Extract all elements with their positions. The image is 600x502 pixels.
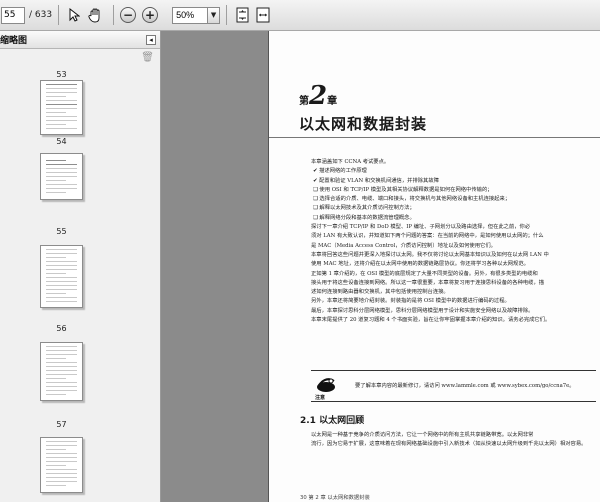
chapter-title: 以太网和数据封装 — [299, 115, 428, 133]
section-line: 以太网是一种基于竞争的介质访问方法，它让一个网络中的所有主机共享链路带宽。以太网… — [311, 432, 534, 438]
thumbnail-page[interactable] — [40, 437, 83, 493]
thumbnails-toolbar: 🗑 — [0, 49, 160, 65]
section-line: 流行，因为它易于扩展，这意味着在现有网络基础设施中引入新技术（如从快速以太网升级… — [311, 441, 587, 448]
body-line: 最后，本章探讨思科分层网络模型，思科分层网络模型用于设计和实施安全网络以及故障排… — [311, 307, 534, 314]
body-line: 述如何连接到路由器和交换机，其中包括使用控制台连接。 — [311, 289, 449, 296]
intro-line: ❑ 解释以太网技术及其介质访问控制方法； — [313, 205, 415, 212]
chapter-number: 2 — [309, 81, 328, 111]
zoom-level-input[interactable] — [172, 6, 209, 24]
thumbnail-page[interactable] — [40, 245, 83, 308]
chapter-body: 本章涵盖如下 CCNA 考试要点。 ✔ 描述网络的工作原理 ✔ 配置和验证 VL… — [311, 158, 596, 325]
thumbnails-panel-header: 缩略图 ◂ — [0, 31, 160, 49]
note-label: 注意 — [315, 395, 326, 401]
thumbnail-page[interactable] — [40, 342, 83, 401]
toolbar-separator — [113, 5, 115, 25]
toolbar-separator — [226, 5, 228, 25]
toolbar-separator — [58, 5, 60, 25]
thumbnail-label: 57 — [56, 420, 67, 429]
thumbnail-label: 55 — [56, 227, 67, 236]
body-line: 正如第 1 章介绍的，在 OSI 模型的底层规定了大量不同类型的设备。另外，有很… — [311, 270, 538, 277]
pdf-reader-window: / 633 − + ▼ 缩略图 ◂ 🗑 — [0, 0, 600, 502]
intro-line: 本章涵盖如下 CCNA 考试要点。 — [311, 159, 390, 165]
chapter-divider — [269, 137, 600, 138]
thumbnails-panel-title: 缩略图 — [0, 36, 28, 46]
section-title: 2.1 以太网回顾 — [300, 416, 365, 426]
body-line: 探讨下一章介绍 TCP/IP 和 DoD 模型、IP 编址、子网划分以及路由选择… — [311, 224, 531, 231]
body-line: 是 MAC（Media Access Control，介质访问控制）地址以及如何… — [311, 242, 496, 249]
intro-line: ✔ 描述网络的工作原理 — [313, 168, 367, 175]
chapter-prefix: 第 — [299, 96, 309, 107]
collapse-panel-button[interactable]: ◂ — [146, 34, 156, 45]
body-line: 接头用于将这些设备连接到网络。所以这一章很重要，本章将复习用于连接思科设备的各种… — [311, 279, 545, 286]
cursor-select-icon[interactable] — [65, 5, 83, 25]
chapter-label: 第2章 — [299, 81, 337, 111]
thumbnail-page[interactable] — [40, 153, 83, 200]
thumbnail-label: 53 — [56, 70, 67, 79]
body-line: 使用 MAC 地址，还将介绍在以太网中使用的数据链路层协议。你还将学习各种以太网… — [311, 261, 529, 268]
note-icon — [317, 378, 335, 392]
page-total: / 633 — [29, 10, 53, 20]
toolbar: / 633 − + ▼ — [0, 0, 600, 31]
thumbnail-label: 54 — [56, 137, 67, 146]
zoom-out-icon[interactable]: − — [120, 7, 137, 23]
note-text: 要了解本章内容的最新修订，请访问 www.lammle.com 或 www.sy… — [355, 383, 575, 389]
document-page[interactable]: 第2章 以太网和数据封装 本章涵盖如下 CCNA 考试要点。 ✔ 描述网络的工作… — [268, 31, 600, 502]
page-footer: 30 第 2 章 以太网和数据封装 — [300, 495, 370, 501]
intro-line: ❑ 使用 OSI 和 TCP/IP 模型及其相关协议解释数据是如何在网络中传输的… — [313, 186, 493, 193]
section-body: 以太网是一种基于竞争的介质访问方法，它让一个网络中的所有主机共享链路带宽。以太网… — [311, 431, 596, 450]
fit-page-icon[interactable] — [233, 5, 251, 25]
thumbnails-panel: 缩略图 ◂ 🗑 53 54 55 56 57 — [0, 31, 161, 502]
zoom-in-icon[interactable]: + — [142, 7, 159, 23]
body-line: 本章末尾提供了 20 道复习题和 4 个书面实验，旨在让你牢固掌握本章介绍的知识… — [311, 317, 551, 324]
note-box: 注意 要了解本章内容的最新修订，请访问 www.lammle.com 或 www… — [311, 370, 596, 402]
thumbnail-label: 56 — [56, 324, 67, 333]
fit-width-icon[interactable] — [254, 5, 272, 25]
trash-icon[interactable]: 🗑 — [141, 52, 154, 63]
body-line: 另外，本章还将简要地介绍封装。封装指的是将 OSI 模型中的数据进行编码的过程。 — [311, 298, 510, 305]
thumbnail-page[interactable] — [40, 80, 83, 135]
body-line: 本章将回答这些问题并更深入地探讨以太网。我不仅将讨论以太网基本知识以及如何在以太… — [311, 251, 549, 258]
body-line: 须对 LAN 有大致认识，并知道如下两个问题的答案：在当前的网络中，是如何使用以… — [311, 233, 544, 240]
page-number-input[interactable] — [1, 6, 25, 24]
intro-line: ✔ 配置和验证 VLAN 和交换机间通信，并排除其故障 — [313, 177, 439, 184]
chapter-suffix: 章 — [327, 96, 338, 107]
hand-tool-icon[interactable] — [86, 5, 104, 25]
intro-line: ❑ 解释网络分段和基本的数据流管理概念。 — [313, 214, 415, 221]
thumbnail-list[interactable]: 53 54 55 56 57 — [0, 65, 161, 502]
document-viewer[interactable]: 第2章 以太网和数据封装 本章涵盖如下 CCNA 考试要点。 ✔ 描述网络的工作… — [161, 31, 600, 502]
chevron-down-icon[interactable]: ▼ — [208, 6, 221, 24]
intro-line: ❑ 选择合适的介质、电缆、端口和接头，将交换机与其他网络设备和主机连接起来； — [313, 196, 511, 203]
